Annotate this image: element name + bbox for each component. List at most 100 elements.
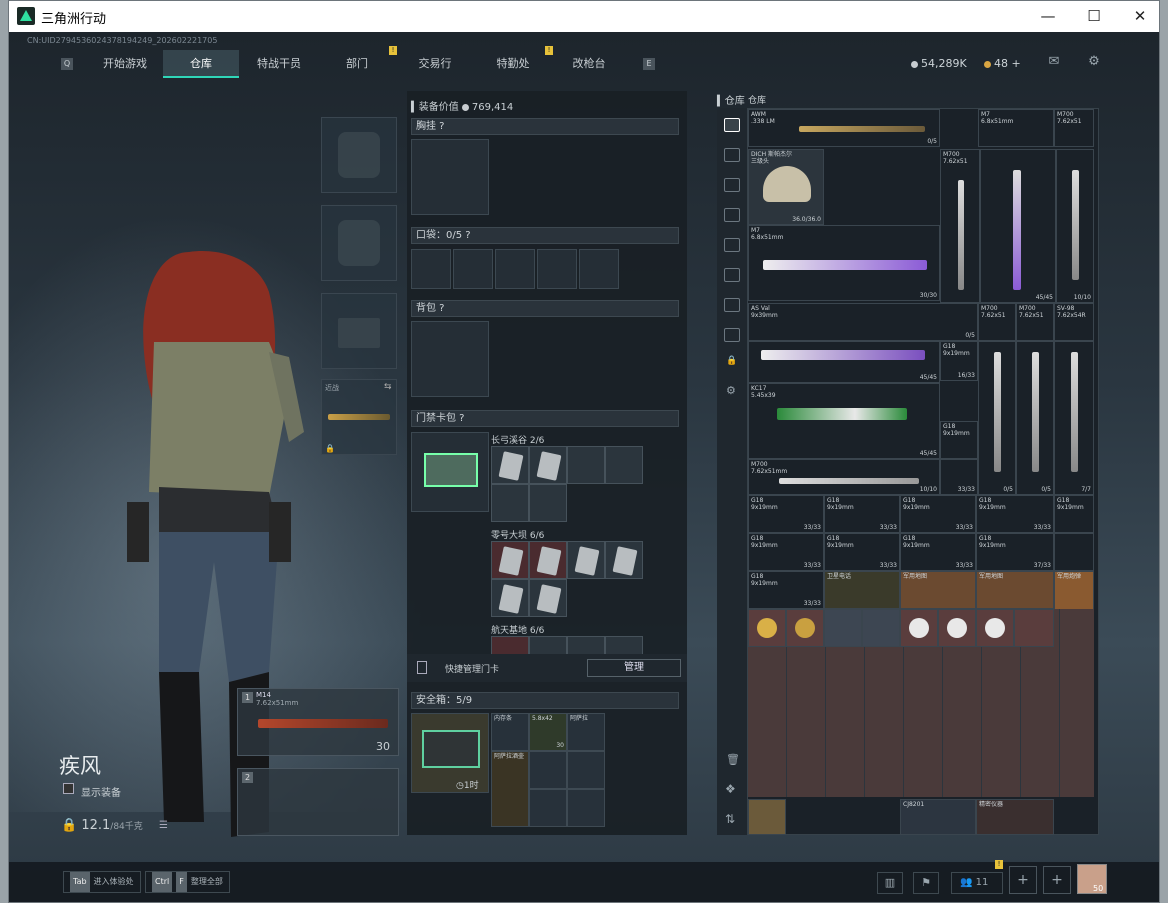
safebox-item-ram[interactable]: 内存条 (491, 713, 529, 751)
gear-icon[interactable]: ⚙ (1085, 54, 1103, 69)
pocket-slot[interactable] (411, 249, 451, 289)
safebox-slot-empty[interactable] (529, 751, 567, 789)
stash-item-g18[interactable]: 33/33 (940, 459, 978, 495)
tab-special-ops[interactable]: 特勤处 (475, 50, 551, 78)
melee-slot[interactable]: 近战 ⇆ 🔒 (321, 379, 397, 455)
stash-item-as-val-img[interactable]: 45/45 (748, 341, 940, 383)
token-balance[interactable]: 48 + (984, 57, 1021, 70)
keycard-slot-empty[interactable] (567, 446, 605, 484)
stash-item-gold-item[interactable] (786, 609, 824, 647)
gear-icon[interactable]: ⚙ (726, 384, 736, 397)
tab-operators[interactable]: 特战干员 (239, 50, 319, 78)
safebox-slot[interactable]: ◷1时 (411, 713, 489, 793)
keycard-slot-empty[interactable] (529, 484, 567, 522)
stash-tab-icon[interactable] (724, 298, 740, 312)
stash-item-map[interactable]: 军用地图 (976, 571, 1054, 609)
stash-item-gold-watch[interactable] (748, 609, 786, 647)
tab-hint-button[interactable]: Tab 进入体验处 (63, 871, 141, 893)
stash-item-sniper[interactable]: 0/5 (978, 341, 1016, 495)
stash-item-m700[interactable]: M700 7.62x51 (1016, 303, 1054, 341)
keycard[interactable] (491, 446, 529, 484)
stash-item-g18[interactable]: G18 9x19mm 33/33 (824, 495, 900, 533)
keycard[interactable] (605, 541, 643, 579)
close-button[interactable]: ✕ (1117, 1, 1159, 32)
add-team-button[interactable]: + (1043, 866, 1071, 894)
stash-item-sv98[interactable]: SV-98 7.62x54R (1054, 303, 1094, 341)
backpack-slot[interactable] (411, 321, 489, 397)
stats-icon[interactable]: ▥ (877, 872, 903, 894)
stash-item[interactable] (1014, 609, 1054, 647)
tab-department[interactable]: 部门 (319, 50, 395, 78)
pistol-slot[interactable] (321, 293, 397, 369)
stash-item-g18[interactable] (1054, 533, 1094, 571)
stash-tab-icon[interactable] (724, 178, 740, 192)
keycard[interactable] (529, 579, 567, 617)
stash-item-m700[interactable]: M700 7.62x51 (1054, 109, 1094, 147)
pocket-slot[interactable] (495, 249, 535, 289)
sort-all-button[interactable]: Ctrl F 整理全部 (145, 871, 230, 893)
sort-icon[interactable]: ⇅ (725, 812, 735, 826)
stash-item-precision[interactable]: 精密仪器 (976, 799, 1054, 835)
stash-item-awm[interactable]: AWM .338 LM 0/5 (748, 109, 940, 147)
keycard[interactable] (529, 446, 567, 484)
secondary-weapon-slot[interactable]: 2 (237, 768, 399, 836)
chest-rig-slot[interactable] (411, 139, 489, 215)
stash-item-g18[interactable]: G18 9x19mm (940, 421, 978, 459)
keycard[interactable] (567, 541, 605, 579)
stash-item-g18[interactable]: G18 9x19mm (1054, 495, 1094, 533)
stash-item-cj8201[interactable]: CJ8201 (900, 799, 976, 835)
trash-icon[interactable]: 🗑 (726, 753, 740, 766)
lock-icon[interactable]: 🔒 (726, 356, 737, 366)
stash-item-g18[interactable]: G18 9x19mm 33/33 (748, 533, 824, 571)
pocket-slot[interactable] (537, 249, 577, 289)
stash-item-g18[interactable]: G18 9x19mm 37/33 (976, 533, 1054, 571)
minimize-button[interactable]: — (1025, 1, 1071, 32)
stash-tab-icon[interactable] (724, 238, 740, 252)
stash-tab-icon[interactable] (724, 328, 740, 342)
safebox-item-ammo[interactable]: 5.8x42 30 (529, 713, 567, 751)
layers-icon[interactable]: ❖ (725, 782, 736, 796)
stash-item-m7-large[interactable]: M7 6.8x51mm 30/30 (748, 225, 940, 301)
pocket-slot[interactable] (453, 249, 493, 289)
stash-item-sat-phone[interactable]: 卫星电话 (824, 571, 900, 609)
keycard-slot-empty[interactable] (605, 446, 643, 484)
maximize-button[interactable]: ☐ (1071, 1, 1117, 32)
stash-item-g18[interactable]: G18 9x19mm 33/33 (976, 495, 1054, 533)
stash-item-crate[interactable] (748, 799, 786, 835)
nav-prev-key[interactable]: Q (61, 58, 73, 70)
stash-item-disc[interactable] (900, 609, 938, 647)
stash-item-g18[interactable]: G18 9x19mm 33/33 (748, 571, 824, 609)
keycard[interactable] (491, 541, 529, 579)
manage-button[interactable]: 管理 (587, 659, 681, 677)
keycard-bag-slot[interactable] (411, 432, 489, 512)
stash-item-disc[interactable] (976, 609, 1014, 647)
keycard[interactable] (529, 541, 567, 579)
mail-icon[interactable]: ✉ (1045, 54, 1063, 69)
flag-icon[interactable]: ⚑ (913, 872, 939, 894)
stash-item-g18[interactable]: G18 9x19mm 33/33 (748, 495, 824, 533)
stash-item-map[interactable]: 军用地图 (900, 571, 976, 609)
stash-item-sniper[interactable]: 7/7 (1054, 341, 1094, 495)
safebox-slot-empty[interactable] (567, 789, 605, 827)
list-icon[interactable]: ☰ (159, 820, 168, 831)
stash-tab-icon[interactable] (724, 268, 740, 282)
stash-item-g18[interactable]: G18 9x19mm 33/33 (900, 533, 976, 571)
stash-item-g18[interactable]: G18 9x19mm 16/33 (940, 341, 978, 381)
add-team-button[interactable]: + (1009, 866, 1037, 894)
keycard-slot-empty[interactable] (491, 484, 529, 522)
stash-tab-all-icon[interactable] (724, 118, 740, 132)
tab-gunsmith[interactable]: 改枪台 (551, 50, 627, 78)
nav-next-key[interactable]: E (643, 58, 655, 70)
stash-item[interactable] (862, 609, 900, 647)
stash-item-m7[interactable]: M7 6.8x51mm (978, 109, 1054, 147)
armor-slot[interactable] (321, 205, 397, 281)
stash-item-rifle-purple[interactable]: 45/45 (980, 149, 1056, 303)
keycard[interactable] (491, 579, 529, 617)
tab-trade[interactable]: 交易行 (395, 50, 475, 78)
safebox-slot-empty[interactable] (567, 751, 605, 789)
safebox-slot-empty[interactable] (529, 789, 567, 827)
pocket-slot[interactable] (579, 249, 619, 289)
helmet-slot[interactable] (321, 117, 397, 193)
stash-item-rifle-white[interactable]: 10/10 (1056, 149, 1094, 303)
stash-item-m700-long[interactable]: M700 7.62x51mm 10/10 (748, 459, 940, 495)
